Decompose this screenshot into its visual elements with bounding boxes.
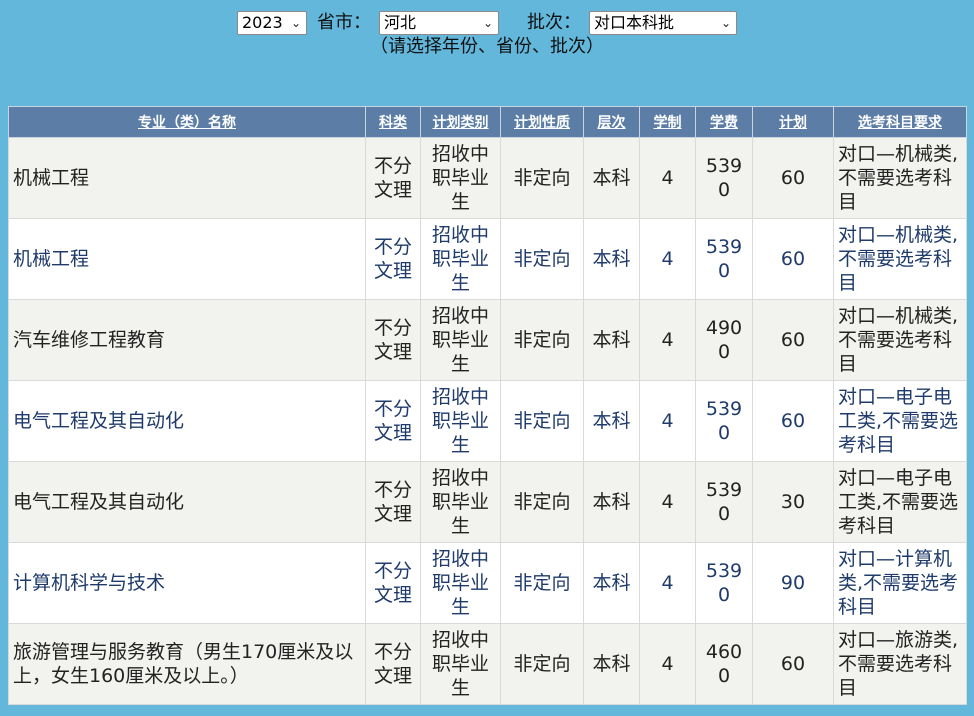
cell-subject-category: 不分文理 [365, 299, 421, 381]
cell-level: 本科 [583, 542, 640, 624]
cell-plan-nature: 非定向 [500, 623, 584, 705]
table-row: 电气工程及其自动化 不分文理 招收中职毕业生 非定向 本科 4 5390 30 … [8, 461, 967, 543]
cell-plan-count: 60 [752, 137, 834, 219]
header-major-name[interactable]: 专业（类）名称 [8, 106, 366, 138]
province-select-value: 河北 [384, 13, 417, 32]
cell-duration: 4 [639, 218, 696, 300]
cell-level: 本科 [583, 380, 640, 462]
header-tuition[interactable]: 学费 [695, 106, 753, 138]
table-row: 汽车维修工程教育 不分文理 招收中职毕业生 非定向 本科 4 4900 60 对… [8, 299, 967, 381]
batch-select[interactable]: 对口本科批 ⌄ [589, 11, 737, 35]
cell-major-name: 计算机科学与技术 [8, 542, 366, 624]
cell-plan-nature: 非定向 [500, 299, 584, 381]
cell-plan-count: 90 [752, 542, 834, 624]
province-select[interactable]: 河北 ⌄ [379, 11, 499, 35]
cell-subject-requirement: 对口—机械类,不需要选考科目 [833, 218, 967, 300]
year-select[interactable]: 2023 ⌄ [237, 11, 307, 35]
cell-plan-count: 60 [752, 218, 834, 300]
cell-tuition: 5390 [695, 542, 753, 624]
header-plan-nature[interactable]: 计划性质 [500, 106, 584, 138]
cell-level: 本科 [583, 623, 640, 705]
cell-tuition: 5390 [695, 380, 753, 462]
batch-label: 批次： [527, 12, 581, 33]
cell-level: 本科 [583, 218, 640, 300]
cell-major-name: 机械工程 [8, 137, 366, 219]
selection-hint: （请选择年份、省份、批次） [370, 36, 604, 57]
chevron-down-icon: ⌄ [290, 16, 301, 30]
cell-plan-nature: 非定向 [500, 218, 584, 300]
table-row: 机械工程 不分文理 招收中职毕业生 非定向 本科 4 5390 60 对口—机械… [8, 218, 967, 300]
cell-duration: 4 [639, 137, 696, 219]
table-header-row: 专业（类）名称 科类 计划类别 计划性质 层次 学制 学费 计划 选考科目要求 [8, 106, 967, 138]
cell-plan-count: 60 [752, 299, 834, 381]
cell-tuition: 5390 [695, 218, 753, 300]
cell-subject-requirement: 对口—计算机类,不需要选考科目 [833, 542, 967, 624]
header-plan-count[interactable]: 计划 [752, 106, 834, 138]
cell-plan-type: 招收中职毕业生 [420, 542, 501, 624]
cell-plan-count: 60 [752, 623, 834, 705]
cell-tuition: 4900 [695, 299, 753, 381]
cell-subject-requirement: 对口—机械类,不需要选考科目 [833, 137, 967, 219]
year-select-value: 2023 [242, 13, 283, 32]
cell-major-name: 电气工程及其自动化 [8, 380, 366, 462]
table-row: 计算机科学与技术 不分文理 招收中职毕业生 非定向 本科 4 5390 90 对… [8, 542, 967, 624]
cell-plan-nature: 非定向 [500, 380, 584, 462]
province-label: 省市： [317, 12, 371, 33]
cell-subject-category: 不分文理 [365, 380, 421, 462]
cell-major-name: 汽车维修工程教育 [8, 299, 366, 381]
cell-major-name: 机械工程 [8, 218, 366, 300]
cell-level: 本科 [583, 299, 640, 381]
cell-major-name: 电气工程及其自动化 [8, 461, 366, 543]
cell-duration: 4 [639, 461, 696, 543]
cell-plan-count: 60 [752, 380, 834, 462]
cell-tuition: 5390 [695, 137, 753, 219]
header-plan-type[interactable]: 计划类别 [420, 106, 501, 138]
cell-plan-type: 招收中职毕业生 [420, 299, 501, 381]
cell-plan-type: 招收中职毕业生 [420, 380, 501, 462]
header-subject-requirement[interactable]: 选考科目要求 [833, 106, 967, 138]
cell-plan-type: 招收中职毕业生 [420, 623, 501, 705]
cell-subject-category: 不分文理 [365, 218, 421, 300]
enrollment-plan-table: 专业（类）名称 科类 计划类别 计划性质 层次 学制 学费 计划 选考科目要求 … [8, 106, 967, 705]
cell-plan-count: 30 [752, 461, 834, 543]
cell-plan-nature: 非定向 [500, 542, 584, 624]
cell-duration: 4 [639, 299, 696, 381]
chevron-down-icon: ⌄ [482, 16, 493, 30]
cell-subject-requirement: 对口—电子电工类,不需要选考科目 [833, 461, 967, 543]
header-subject-category[interactable]: 科类 [365, 106, 421, 138]
cell-plan-type: 招收中职毕业生 [420, 137, 501, 219]
cell-tuition: 5390 [695, 461, 753, 543]
table-row: 机械工程 不分文理 招收中职毕业生 非定向 本科 4 5390 60 对口—机械… [8, 137, 967, 219]
cell-duration: 4 [639, 623, 696, 705]
table-row: 电气工程及其自动化 不分文理 招收中职毕业生 非定向 本科 4 5390 60 … [8, 380, 967, 462]
cell-plan-nature: 非定向 [500, 137, 584, 219]
cell-plan-type: 招收中职毕业生 [420, 461, 501, 543]
cell-duration: 4 [639, 380, 696, 462]
filter-row: 2023 ⌄ 省市： 河北 ⌄ 批次： 对口本科批 ⌄ [0, 11, 974, 35]
cell-subject-category: 不分文理 [365, 461, 421, 543]
batch-select-value: 对口本科批 [594, 13, 675, 32]
chevron-down-icon: ⌄ [720, 16, 731, 30]
cell-subject-requirement: 对口—旅游类,不需要选考科目 [833, 623, 967, 705]
cell-plan-type: 招收中职毕业生 [420, 218, 501, 300]
table-row: 旅游管理与服务教育（男生170厘米及以上，女生160厘米及以上。） 不分文理 招… [8, 623, 967, 705]
cell-level: 本科 [583, 137, 640, 219]
cell-major-name: 旅游管理与服务教育（男生170厘米及以上，女生160厘米及以上。） [8, 623, 366, 705]
filter-bar: 2023 ⌄ 省市： 河北 ⌄ 批次： 对口本科批 ⌄ （请选择年份、省份、批次… [0, 11, 974, 59]
cell-subject-category: 不分文理 [365, 623, 421, 705]
cell-level: 本科 [583, 461, 640, 543]
header-level[interactable]: 层次 [583, 106, 640, 138]
cell-plan-nature: 非定向 [500, 461, 584, 543]
header-duration[interactable]: 学制 [639, 106, 696, 138]
cell-subject-requirement: 对口—电子电工类,不需要选考科目 [833, 380, 967, 462]
cell-duration: 4 [639, 542, 696, 624]
cell-subject-category: 不分文理 [365, 542, 421, 624]
cell-tuition: 4600 [695, 623, 753, 705]
cell-subject-requirement: 对口—机械类,不需要选考科目 [833, 299, 967, 381]
cell-subject-category: 不分文理 [365, 137, 421, 219]
